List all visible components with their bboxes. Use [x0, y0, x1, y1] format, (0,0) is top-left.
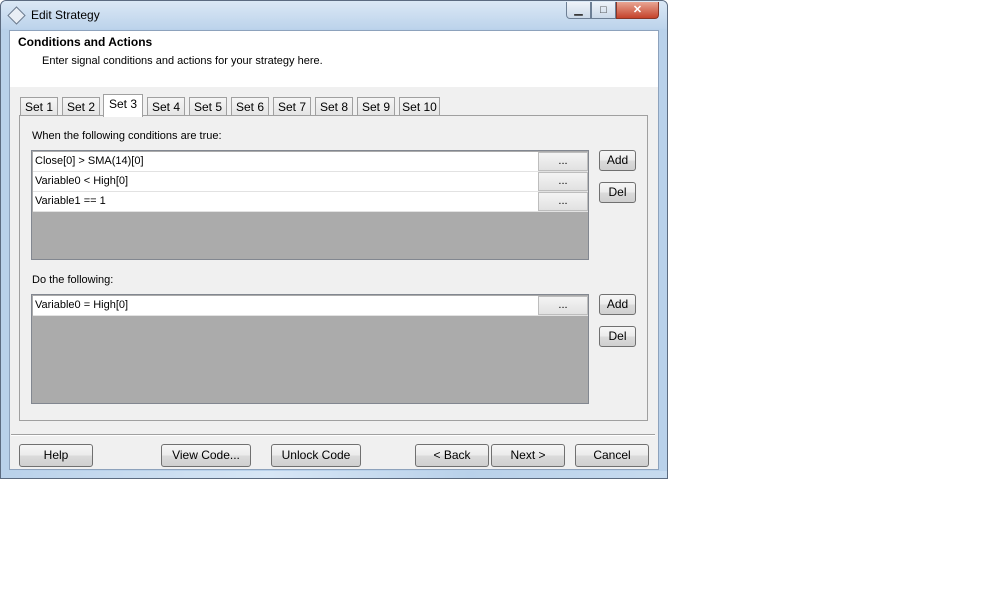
delete-action-button[interactable]: Del	[599, 326, 636, 347]
conditions-grid[interactable]: Close[0] > SMA(14)[0] ... Variable0 < Hi…	[31, 150, 589, 260]
action-expression: Variable0 = High[0]	[35, 299, 129, 311]
page-subtitle: Enter signal conditions and actions for …	[42, 55, 323, 67]
window-title: Edit Strategy	[31, 8, 100, 22]
window-bottom-frame	[1, 471, 667, 478]
edit-strategy-window: Edit Strategy ▁ □ ✕ Conditions and Actio…	[0, 0, 668, 479]
condition-row[interactable]: Close[0] > SMA(14)[0] ...	[33, 152, 588, 172]
condition-row[interactable]: Variable1 == 1 ...	[33, 192, 588, 212]
view-code-button[interactable]: View Code...	[161, 444, 251, 467]
tab-set-8[interactable]: Set 8	[315, 97, 353, 116]
action-row[interactable]: Variable0 = High[0] ...	[33, 296, 588, 316]
tab-set-4[interactable]: Set 4	[147, 97, 185, 116]
close-button[interactable]: ✕	[616, 2, 659, 19]
conditions-label: When the following conditions are true:	[32, 130, 222, 142]
dialog-client-area: Conditions and Actions Enter signal cond…	[9, 30, 659, 470]
maximize-button[interactable]: □	[591, 2, 616, 19]
delete-condition-button[interactable]: Del	[599, 182, 636, 203]
tab-set-2[interactable]: Set 2	[62, 97, 100, 116]
unlock-code-button[interactable]: Unlock Code	[271, 444, 361, 467]
condition-edit-button[interactable]: ...	[538, 172, 588, 191]
tab-set-1[interactable]: Set 1	[20, 97, 58, 116]
condition-expression: Variable0 < High[0]	[35, 175, 129, 187]
tab-set-6[interactable]: Set 6	[231, 97, 269, 116]
close-icon: ✕	[632, 4, 643, 16]
tab-set-10[interactable]: Set 10	[399, 97, 440, 116]
wizard-header: Conditions and Actions Enter signal cond…	[10, 31, 658, 87]
condition-row[interactable]: Variable0 < High[0] ...	[33, 172, 588, 192]
condition-expression: Variable1 == 1	[35, 195, 106, 207]
cancel-button[interactable]: Cancel	[575, 444, 649, 467]
minimize-icon: ▁	[574, 4, 583, 16]
next-button[interactable]: Next >	[491, 444, 565, 467]
page-title: Conditions and Actions	[18, 35, 153, 49]
actions-grid[interactable]: Variable0 = High[0] ...	[31, 294, 589, 404]
tab-set-3[interactable]: Set 3	[103, 94, 143, 117]
minimize-button[interactable]: ▁	[566, 2, 591, 19]
maximize-icon: □	[600, 4, 607, 16]
footer-separator	[11, 434, 655, 436]
tab-set-5[interactable]: Set 5	[189, 97, 227, 116]
condition-edit-button[interactable]: ...	[538, 152, 588, 171]
title-bar[interactable]: Edit Strategy ▁ □ ✕	[1, 1, 667, 29]
add-action-button[interactable]: Add	[599, 294, 636, 315]
action-edit-button[interactable]: ...	[538, 296, 588, 315]
app-icon	[7, 6, 26, 25]
add-condition-button[interactable]: Add	[599, 150, 636, 171]
tab-set-9[interactable]: Set 9	[357, 97, 395, 116]
back-button[interactable]: < Back	[415, 444, 489, 467]
actions-label: Do the following:	[32, 274, 114, 286]
condition-edit-button[interactable]: ...	[538, 192, 588, 211]
tab-set-7[interactable]: Set 7	[273, 97, 311, 116]
condition-expression: Close[0] > SMA(14)[0]	[35, 155, 144, 167]
tab-panel-set-3: When the following conditions are true: …	[19, 115, 648, 421]
help-button[interactable]: Help	[19, 444, 93, 467]
